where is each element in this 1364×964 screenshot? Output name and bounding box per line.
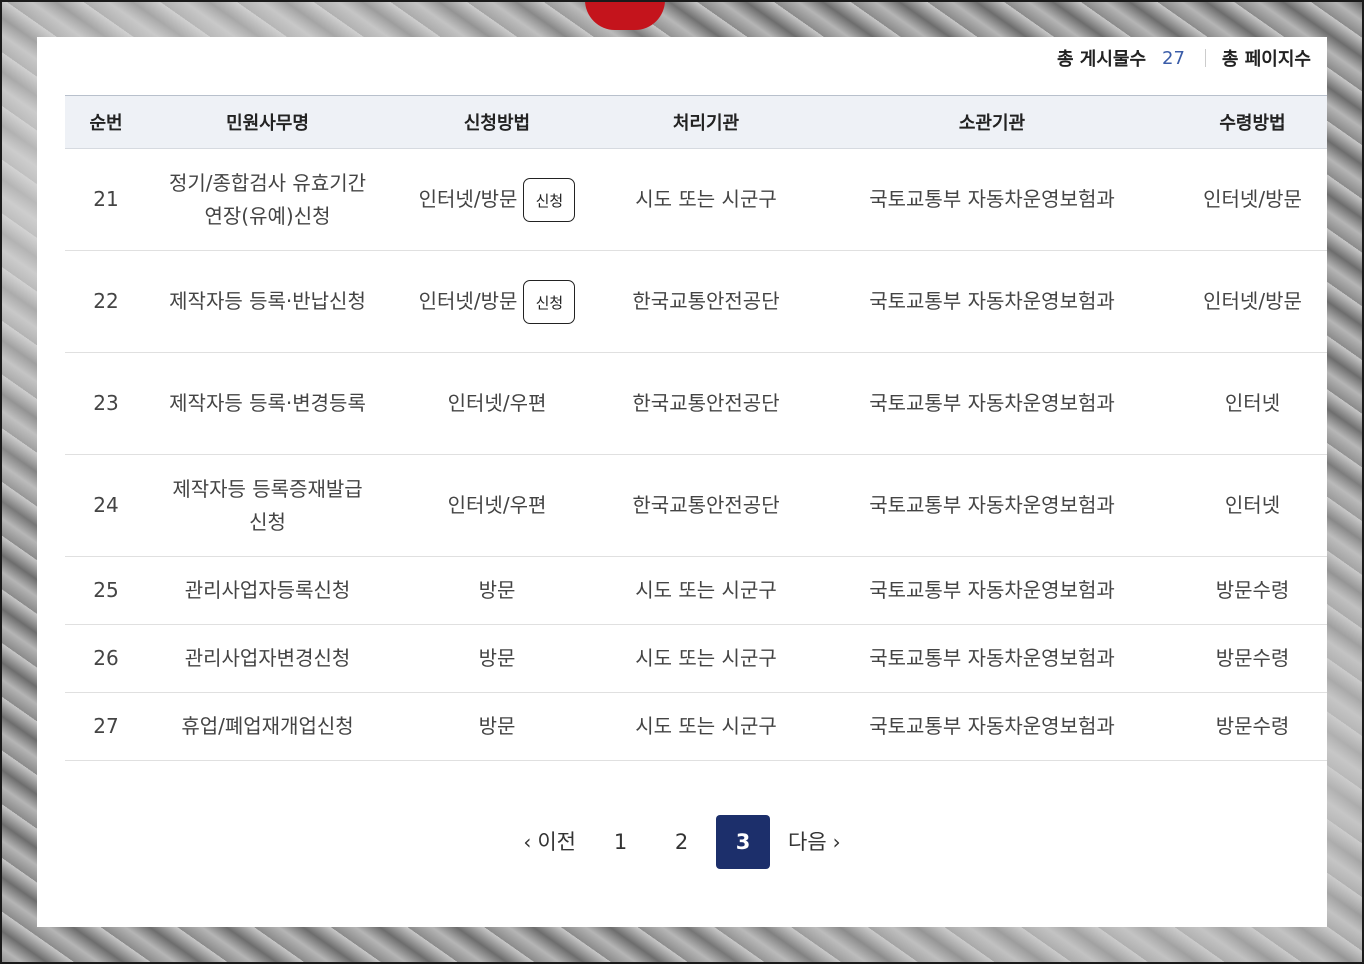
header-receipt: 수령방법 [1178, 95, 1327, 149]
row-dept: 국토교통부 자동차운영보험과 [806, 250, 1178, 353]
apply-button[interactable]: 신청 [523, 177, 576, 222]
row-method: 인터넷/우편 [388, 454, 606, 557]
row-processor: 한국교통안전공단 [606, 454, 806, 557]
row-processor: 시도 또는 시군구 [606, 692, 806, 761]
row-method-text: 인터넷/방문 [418, 187, 518, 211]
row-name: 제작자등 등록증재발급 신청 [147, 454, 388, 557]
row-receipt: 인터넷 [1178, 454, 1327, 557]
total-pages-label: 총 페이지수 [1221, 49, 1311, 70]
total-posts-value: 27 [1162, 47, 1185, 69]
row-no: 25 [65, 556, 147, 625]
row-method: 방문 [388, 624, 606, 693]
row-processor: 한국교통안전공단 [606, 352, 806, 455]
row-no: 26 [65, 624, 147, 693]
board-summary: 총 게시물수 27 총 페이지수 [1056, 47, 1311, 71]
row-name: 제작자등 등록·반납신청 [147, 250, 388, 353]
content-panel: 총 게시물수 27 총 페이지수 순번 민원사무명 신청방법 처리기관 소관기관… [37, 37, 1327, 927]
row-processor: 시도 또는 시군구 [606, 148, 806, 251]
row-processor: 시도 또는 시군구 [606, 624, 806, 693]
row-dept: 국토교통부 자동차운영보험과 [806, 352, 1178, 455]
page-link-3-current[interactable]: 3 [716, 815, 770, 869]
row-receipt: 인터넷/방문 [1178, 148, 1327, 251]
row-processor: 시도 또는 시군구 [606, 556, 806, 625]
civil-affairs-table: 순번 민원사무명 신청방법 처리기관 소관기관 수령방법 21 정기/종합검사 … [65, 95, 1327, 761]
row-dept: 국토교통부 자동차운영보험과 [806, 454, 1178, 557]
row-receipt: 방문수령 [1178, 624, 1327, 693]
header-processor: 처리기관 [606, 95, 806, 149]
next-label: 다음 [788, 830, 827, 854]
row-no: 21 [65, 148, 147, 251]
table-row: 22 제작자등 등록·반납신청 인터넷/방문 신청 한국교통안전공단 국토교통부… [65, 250, 1327, 353]
row-method: 인터넷/방문 신청 [388, 148, 606, 251]
header-name: 민원사무명 [147, 95, 388, 149]
row-no: 24 [65, 454, 147, 557]
row-receipt: 인터넷 [1178, 352, 1327, 455]
row-name: 정기/종합검사 유효기간 연장(유예)신청 [147, 148, 388, 251]
row-dept: 국토교통부 자동차운영보험과 [806, 148, 1178, 251]
table-row: 21 정기/종합검사 유효기간 연장(유예)신청 인터넷/방문 신청 시도 또는… [65, 148, 1327, 251]
header-method: 신청방법 [388, 95, 606, 149]
pagination: ‹ 이전 1 2 3 다음 › [37, 815, 1327, 869]
row-name: 제작자등 등록·변경등록 [147, 352, 388, 455]
prev-label: 이전 [537, 830, 576, 854]
row-method: 인터넷/우편 [388, 352, 606, 455]
row-processor: 한국교통안전공단 [606, 250, 806, 353]
row-name: 관리사업자등록신청 [147, 556, 388, 625]
table-row: 24 제작자등 등록증재발급 신청 인터넷/우편 한국교통안전공단 국토교통부 … [65, 454, 1327, 557]
summary-divider [1204, 49, 1206, 67]
background-car-accent [585, 0, 665, 30]
row-dept: 국토교통부 자동차운영보험과 [806, 556, 1178, 625]
table-header-row: 순번 민원사무명 신청방법 처리기관 소관기관 수령방법 [65, 95, 1327, 149]
prev-page-link[interactable]: ‹ 이전 [509, 815, 590, 869]
header-dept: 소관기관 [806, 95, 1178, 149]
row-no: 22 [65, 250, 147, 353]
table-row: 26 관리사업자변경신청 방문 시도 또는 시군구 국토교통부 자동차운영보험과… [65, 624, 1327, 693]
row-method: 인터넷/방문 신청 [388, 250, 606, 353]
row-method-text: 인터넷/방문 [418, 289, 518, 313]
total-posts-label: 총 게시물수 [1056, 49, 1147, 70]
row-no: 27 [65, 692, 147, 761]
chevron-right-icon: › [832, 830, 841, 854]
row-dept: 국토교통부 자동차운영보험과 [806, 624, 1178, 693]
table-row: 25 관리사업자등록신청 방문 시도 또는 시군구 국토교통부 자동차운영보험과… [65, 556, 1327, 625]
row-method: 방문 [388, 556, 606, 625]
table-row: 27 휴업/폐업재개업신청 방문 시도 또는 시군구 국토교통부 자동차운영보험… [65, 692, 1327, 761]
apply-button[interactable]: 신청 [523, 279, 576, 324]
chevron-left-icon: ‹ [523, 830, 532, 854]
row-name: 관리사업자변경신청 [147, 624, 388, 693]
row-receipt: 방문수령 [1178, 692, 1327, 761]
row-no: 23 [65, 352, 147, 455]
next-page-link[interactable]: 다음 › [774, 815, 855, 869]
row-name: 휴업/폐업재개업신청 [147, 692, 388, 761]
row-receipt: 방문수령 [1178, 556, 1327, 625]
page-link-2[interactable]: 2 [651, 815, 712, 869]
table-row: 23 제작자등 등록·변경등록 인터넷/우편 한국교통안전공단 국토교통부 자동… [65, 352, 1327, 455]
row-method: 방문 [388, 692, 606, 761]
row-receipt: 인터넷/방문 [1178, 250, 1327, 353]
header-no: 순번 [65, 95, 147, 149]
row-dept: 국토교통부 자동차운영보험과 [806, 692, 1178, 761]
page-link-1[interactable]: 1 [590, 815, 651, 869]
